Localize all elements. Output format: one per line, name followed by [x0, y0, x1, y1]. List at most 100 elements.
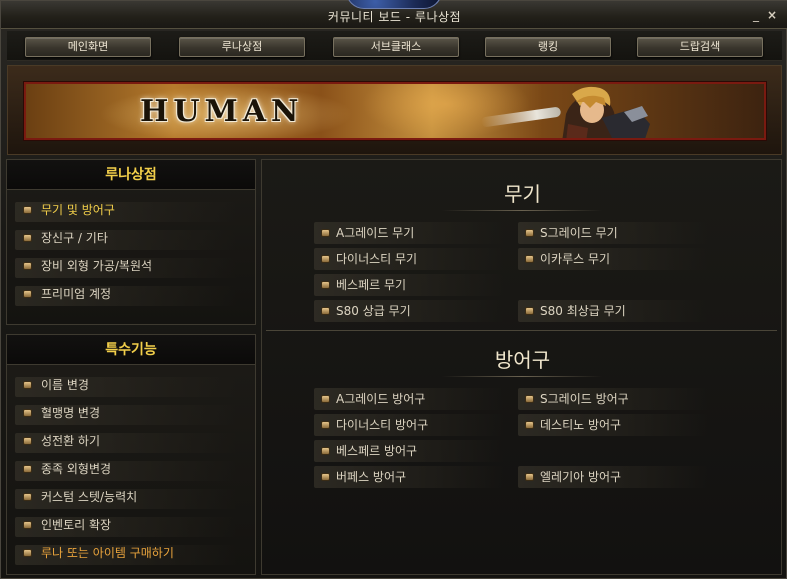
side-item-accessories[interactable]: 장신구 / 기타: [7, 224, 255, 252]
item-label: 데스티노 방어구: [540, 418, 622, 432]
section-divider: [266, 330, 777, 331]
side-item-label: 성전환 하기: [41, 434, 101, 448]
special-functions-panel: 특수기능 이름 변경 혈맹명 변경 성전환 하기 종족 외형변경 커스텀 스텟/…: [6, 334, 256, 575]
weapons-title-underline: [442, 210, 602, 211]
bullet-icon: [23, 206, 32, 214]
item-s80-top-weapon[interactable]: S80 최상급 무기: [518, 300, 708, 322]
banner-frame: HUMAN: [7, 65, 782, 155]
bullet-icon: [23, 549, 32, 557]
item-vesper-weapon[interactable]: 베스페르 무기: [314, 274, 504, 296]
bullet-icon: [321, 473, 330, 481]
side-item-rename[interactable]: 이름 변경: [7, 371, 255, 399]
side-item-gender-change[interactable]: 성전환 하기: [7, 427, 255, 455]
bullet-icon: [525, 421, 534, 429]
side-item-race-appearance[interactable]: 종족 외형변경: [7, 455, 255, 483]
armor-title-underline: [442, 376, 602, 377]
luna-shop-panel: 루나상점 무기 및 방어구 장신구 / 기타 장비 외형 가공/복원석 프리미엄…: [6, 159, 256, 325]
window-title: 커뮤니티 보드 - 루나상점: [327, 10, 462, 24]
side-item-clan-rename[interactable]: 혈맹명 변경: [7, 399, 255, 427]
item-label: 다이너스티 방어구: [336, 418, 429, 432]
top-navigation: 메인화면 루나상점 서브클래스 랭킹 드랍검색: [7, 31, 782, 61]
side-item-label: 프리미엄 계정: [41, 287, 112, 301]
bullet-icon: [321, 281, 330, 289]
banner-title: HUMAN: [140, 94, 304, 129]
bullet-icon: [321, 395, 330, 403]
nav-subclass-button[interactable]: 서브클래스: [333, 37, 459, 57]
item-label: S그레이드 무기: [540, 226, 618, 240]
side-item-buy-luna[interactable]: 루나 또는 아이템 구매하기: [7, 539, 255, 567]
item-label: S80 상급 무기: [336, 304, 411, 318]
side-item-premium-account[interactable]: 프리미엄 계정: [7, 280, 255, 308]
item-s-grade-weapon[interactable]: S그레이드 무기: [518, 222, 708, 244]
item-a-grade-armor[interactable]: A그레이드 방어구: [314, 388, 504, 410]
side-item-label: 커스텀 스텟/능력치: [41, 490, 138, 504]
side-item-inventory-expand[interactable]: 인벤토리 확장: [7, 511, 255, 539]
item-elegia-armor[interactable]: 엘레기아 방어구: [518, 466, 708, 488]
item-a-grade-weapon[interactable]: A그레이드 무기: [314, 222, 504, 244]
bullet-icon: [525, 229, 534, 237]
item-label: 버페스 방어구: [336, 470, 407, 484]
item-label: S80 최상급 무기: [540, 304, 626, 318]
bullet-icon: [23, 465, 32, 473]
item-label: 베스페르 방어구: [336, 444, 418, 458]
side-item-label: 무기 및 방어구: [41, 203, 115, 217]
bullet-icon: [525, 307, 534, 315]
nav-ranking-button[interactable]: 랭킹: [485, 37, 611, 57]
minimize-icon[interactable]: _: [749, 8, 763, 22]
item-label: 이카루스 무기: [540, 252, 611, 266]
bullet-icon: [321, 307, 330, 315]
bullet-icon: [23, 521, 32, 529]
bullet-icon: [23, 262, 32, 270]
side-item-custom-stats[interactable]: 커스텀 스텟/능력치: [7, 483, 255, 511]
item-s80-upper-weapon[interactable]: S80 상급 무기: [314, 300, 504, 322]
hero-character-image: [562, 86, 650, 138]
close-icon[interactable]: ×: [765, 8, 779, 22]
item-s-grade-armor[interactable]: S그레이드 방어구: [518, 388, 708, 410]
item-label: S그레이드 방어구: [540, 392, 629, 406]
side-item-label: 인벤토리 확장: [41, 518, 112, 532]
title-bar[interactable]: 커뮤니티 보드 - 루나상점 _ ×: [1, 0, 787, 29]
side-item-appearance-stones[interactable]: 장비 외형 가공/복원석: [7, 252, 255, 280]
shop-content-panel: 무기 A그레이드 무기 S그레이드 무기 다이너스티 무기 이카루스 무기 베스…: [261, 159, 782, 575]
bullet-icon: [525, 255, 534, 263]
bullet-icon: [23, 234, 32, 242]
item-label: 엘레기아 방어구: [540, 470, 622, 484]
item-label: A그레이드 방어구: [336, 392, 426, 406]
side-item-label: 장신구 / 기타: [41, 231, 108, 245]
nav-luna-shop-button[interactable]: 루나상점: [179, 37, 305, 57]
nav-main-button[interactable]: 메인화면: [25, 37, 151, 57]
bullet-icon: [525, 395, 534, 403]
bullet-icon: [321, 421, 330, 429]
bullet-icon: [23, 437, 32, 445]
bullet-icon: [23, 381, 32, 389]
side-item-label: 루나 또는 아이템 구매하기: [41, 546, 174, 560]
bullet-icon: [321, 447, 330, 455]
item-destino-armor[interactable]: 데스티노 방어구: [518, 414, 708, 436]
luna-shop-header: 루나상점: [7, 160, 255, 190]
item-label: 베스페르 무기: [336, 278, 407, 292]
item-dynasty-weapon[interactable]: 다이너스티 무기: [314, 248, 504, 270]
bullet-icon: [23, 409, 32, 417]
item-vesper-armor[interactable]: 베스페르 방어구: [314, 440, 504, 462]
bullet-icon: [321, 255, 330, 263]
side-item-label: 혈맹명 변경: [41, 406, 101, 420]
armor-section-title: 방어구: [494, 348, 551, 372]
side-item-label: 장비 외형 가공/복원석: [41, 259, 153, 273]
special-functions-header: 특수기능: [7, 335, 255, 365]
item-label: A그레이드 무기: [336, 226, 415, 240]
item-dynasty-armor[interactable]: 다이너스티 방어구: [314, 414, 504, 436]
nav-drop-search-button[interactable]: 드랍검색: [637, 37, 763, 57]
bullet-icon: [23, 290, 32, 298]
item-label: 다이너스티 무기: [336, 252, 418, 266]
community-board-window: 커뮤니티 보드 - 루나상점 _ × 메인화면 루나상점 서브클래스 랭킹 드랍…: [0, 0, 787, 579]
side-item-weapons-armor[interactable]: 무기 및 방어구: [7, 196, 255, 224]
race-banner: HUMAN: [24, 82, 766, 140]
bullet-icon: [321, 229, 330, 237]
bullet-icon: [525, 473, 534, 481]
bullet-icon: [23, 493, 32, 501]
item-vorpal-armor[interactable]: 버페스 방어구: [314, 466, 504, 488]
side-item-label: 종족 외형변경: [41, 462, 112, 476]
side-item-label: 이름 변경: [41, 378, 89, 392]
weapons-section-title: 무기: [504, 182, 541, 206]
item-icarus-weapon[interactable]: 이카루스 무기: [518, 248, 708, 270]
